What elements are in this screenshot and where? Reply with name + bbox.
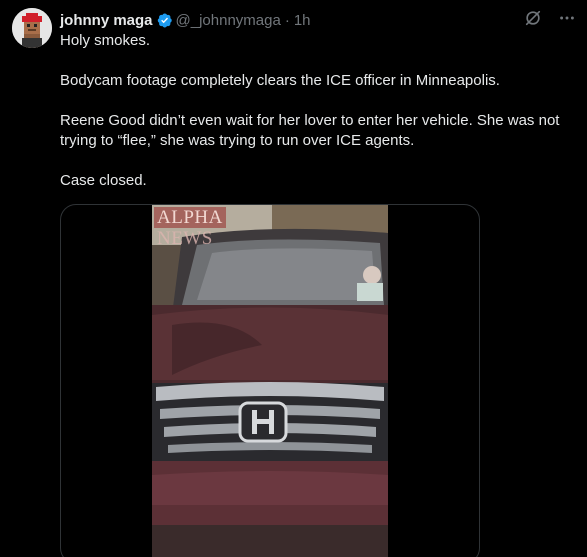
timestamp[interactable]: 1h xyxy=(294,12,311,29)
avatar[interactable] xyxy=(12,8,52,48)
tweet-text: Holy smokes. Bodycam footage completely … xyxy=(60,31,575,211)
video-frame xyxy=(152,205,388,557)
grok-icon[interactable] xyxy=(523,8,543,28)
author-handle[interactable]: @_johnnymaga xyxy=(176,12,281,29)
author-name[interactable]: johnny maga xyxy=(60,12,153,29)
watermark-line-1: ALPHA xyxy=(154,207,226,228)
tweet-header: johnny maga @_johnnymaga · 1h xyxy=(60,9,527,31)
tweet: johnny maga @_johnnymaga · 1h Holy smoke… xyxy=(0,0,587,557)
separator-dot: · xyxy=(284,11,290,29)
tweet-paragraph: Reene Good didn’t even wait for her love… xyxy=(60,112,560,149)
video-player[interactable]: ALPHA NEWS xyxy=(152,205,388,557)
tweet-actions-top xyxy=(523,8,577,28)
avatar-image xyxy=(12,8,52,48)
tweet-paragraph: Bodycam footage completely clears the IC… xyxy=(60,72,500,89)
more-options-icon[interactable] xyxy=(557,8,577,28)
tweet-paragraph: Case closed. xyxy=(60,172,147,189)
media-container[interactable]: ALPHA NEWS xyxy=(60,204,480,557)
watermark-line-2: NEWS xyxy=(157,228,213,249)
verified-badge-icon xyxy=(156,12,173,29)
video-watermark: ALPHA NEWS xyxy=(154,207,226,249)
tweet-paragraph: Holy smokes. xyxy=(60,32,151,49)
